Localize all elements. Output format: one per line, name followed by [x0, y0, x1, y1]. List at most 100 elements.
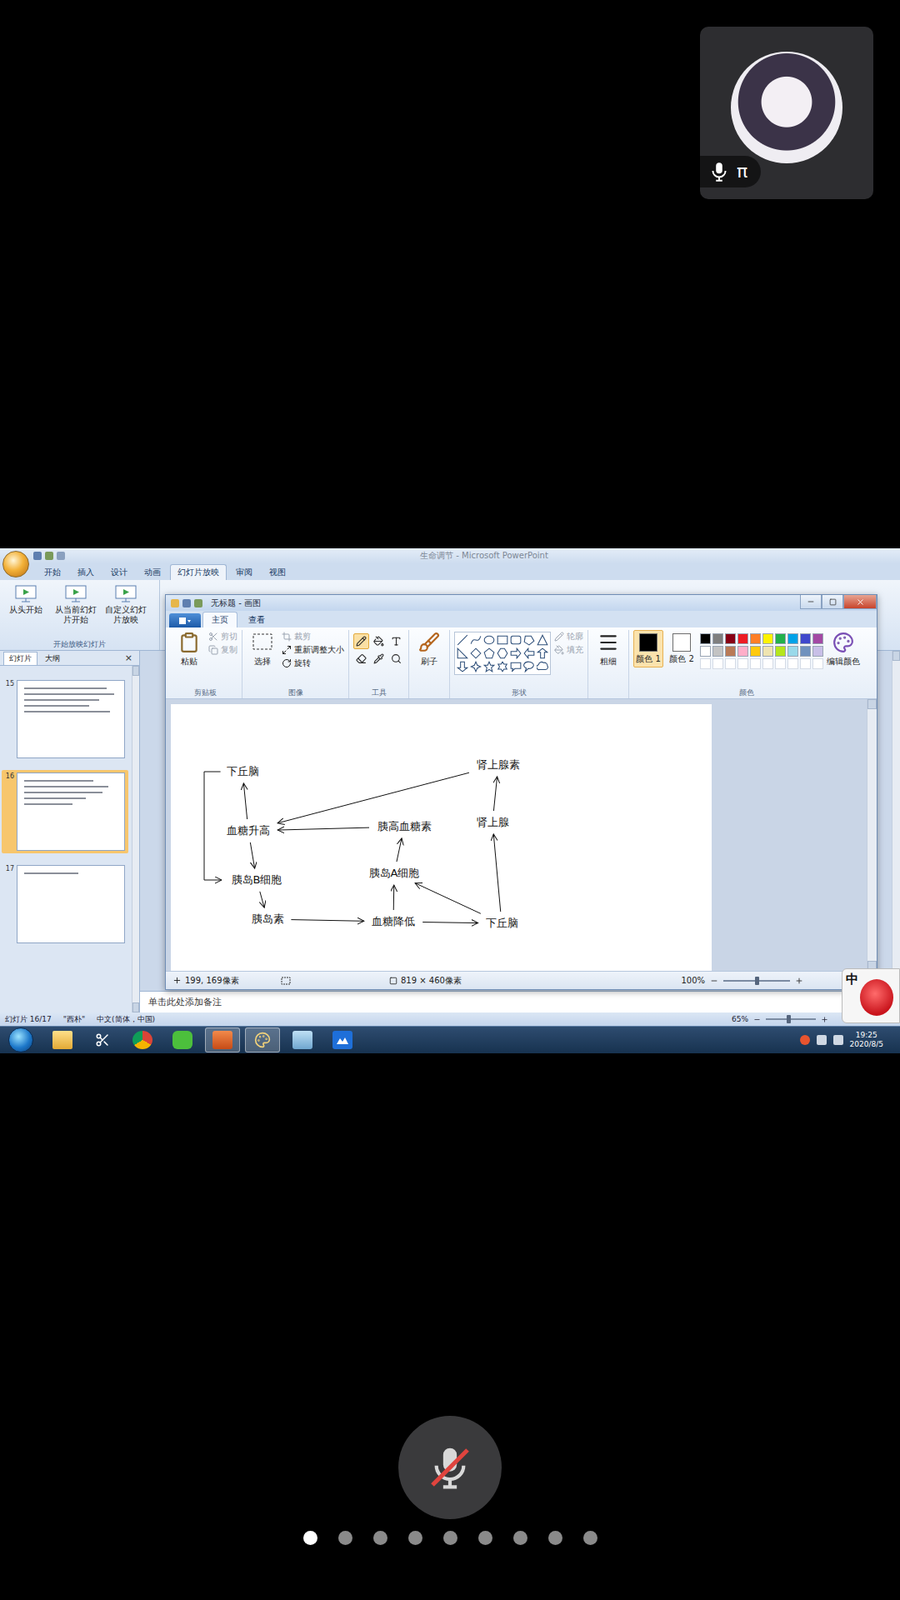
- custom-swatch[interactable]: [700, 658, 711, 670]
- ppt-tab[interactable]: 设计: [103, 564, 135, 580]
- size-button[interactable]: 粗细: [592, 630, 625, 668]
- shape-icon[interactable]: [470, 634, 482, 646]
- tool-button[interactable]: [353, 650, 370, 667]
- shape-icon[interactable]: [523, 647, 535, 660]
- start-button[interactable]: [8, 1027, 34, 1053]
- palette-swatch[interactable]: [725, 633, 736, 645]
- workspace-scrollbar[interactable]: [891, 650, 900, 991]
- scroll-up[interactable]: [132, 665, 140, 676]
- panel-tab[interactable]: 幻灯片: [3, 651, 38, 665]
- palette-swatch[interactable]: [775, 645, 786, 657]
- page-dot[interactable]: [303, 1530, 318, 1545]
- shape-icon[interactable]: [483, 660, 495, 673]
- palette-swatch[interactable]: [775, 633, 786, 645]
- taskbar-app[interactable]: [245, 1027, 280, 1053]
- taskbar-app[interactable]: [285, 1027, 320, 1053]
- slide-thumbnail[interactable]: [16, 772, 125, 851]
- drawing-canvas[interactable]: 下丘脑肾上腺素血糖升高胰高血糖素肾上腺胰岛B细胞胰岛A细胞胰岛素血糖降低下丘脑: [170, 704, 712, 971]
- slideshow-button[interactable]: 从头开始: [3, 583, 49, 639]
- shape-icon[interactable]: [496, 634, 509, 646]
- color-slot[interactable]: 颜色 1: [633, 630, 664, 668]
- save-icon[interactable]: [182, 599, 191, 608]
- paint-tab[interactable]: 查看: [239, 611, 275, 628]
- image-button[interactable]: 重新调整大小: [281, 645, 345, 655]
- paint-tab[interactable]: 主页: [202, 611, 238, 628]
- shape-icon[interactable]: [456, 634, 469, 646]
- image-button[interactable]: 裁剪: [281, 631, 345, 642]
- close-button[interactable]: [843, 595, 877, 610]
- shape-icon[interactable]: [456, 647, 469, 660]
- shape-option[interactable]: 轮廓: [554, 631, 584, 642]
- network-icon[interactable]: [816, 1035, 827, 1045]
- zoom-knob[interactable]: [786, 1015, 791, 1024]
- palette-swatch[interactable]: [700, 645, 711, 657]
- zoom-slider[interactable]: [723, 980, 790, 982]
- select-button[interactable]: 选择: [246, 630, 279, 668]
- custom-swatch[interactable]: [800, 658, 811, 670]
- office-button[interactable]: [2, 550, 30, 578]
- shape-icon[interactable]: [483, 647, 495, 660]
- custom-swatch[interactable]: [750, 658, 761, 670]
- page-dot[interactable]: [548, 1530, 563, 1545]
- color-slot[interactable]: 颜色 2: [666, 630, 697, 668]
- zoom-in-icon[interactable]: [820, 1015, 829, 1024]
- zoom-slider[interactable]: [765, 1018, 816, 1020]
- tool-button[interactable]: [370, 650, 387, 667]
- ppt-tab[interactable]: 审阅: [228, 564, 260, 580]
- palette-swatch[interactable]: [800, 645, 811, 657]
- palette-swatch[interactable]: [800, 633, 811, 645]
- palette-swatch[interactable]: [762, 633, 774, 645]
- taskbar-app[interactable]: [165, 1027, 200, 1053]
- zoom-value[interactable]: 65%: [731, 1015, 749, 1024]
- panel-scrollbar[interactable]: [131, 665, 140, 1013]
- ppt-tab[interactable]: 插入: [70, 564, 102, 580]
- volume-icon[interactable]: [833, 1035, 844, 1045]
- shape-icon[interactable]: [496, 660, 509, 673]
- page-dot[interactable]: [408, 1530, 423, 1545]
- shape-icon[interactable]: [523, 634, 535, 646]
- clock[interactable]: 19:252020/8/5: [850, 1030, 895, 1050]
- ppt-tab[interactable]: 开始: [36, 564, 69, 580]
- taskbar-app[interactable]: [45, 1027, 80, 1053]
- palette-swatch[interactable]: [762, 645, 774, 657]
- custom-swatch[interactable]: [775, 658, 786, 670]
- mute-button[interactable]: [398, 1415, 502, 1520]
- sogou-icon[interactable]: [800, 1035, 810, 1045]
- custom-swatch[interactable]: [787, 658, 799, 670]
- zoom-in-icon[interactable]: [795, 976, 804, 985]
- brushes-button[interactable]: 刷子: [413, 630, 445, 668]
- panel-tab[interactable]: 大纲: [39, 651, 66, 665]
- shape-icon[interactable]: [510, 634, 522, 646]
- page-dot[interactable]: [513, 1530, 528, 1545]
- clipboard-button[interactable]: 剪切: [208, 631, 238, 642]
- palette-swatch[interactable]: [812, 645, 824, 657]
- page-dot[interactable]: [478, 1530, 493, 1545]
- image-button[interactable]: 旋转: [281, 658, 345, 669]
- custom-swatch[interactable]: [725, 658, 736, 670]
- scroll-up[interactable]: [892, 650, 900, 661]
- scroll-up[interactable]: [867, 699, 877, 710]
- taskbar-app[interactable]: [325, 1027, 360, 1053]
- shape-icon[interactable]: [536, 660, 549, 673]
- shape-icon[interactable]: [523, 660, 535, 673]
- notes-field[interactable]: 单击此处添加备注: [140, 990, 900, 1013]
- taskbar-app[interactable]: [205, 1027, 240, 1053]
- shape-icon[interactable]: [510, 660, 522, 673]
- clipboard-button[interactable]: 复制: [208, 645, 238, 655]
- shape-icon[interactable]: [496, 647, 509, 660]
- panel-close-button[interactable]: ×: [125, 651, 133, 665]
- shape-option[interactable]: 填充: [554, 645, 584, 655]
- palette-swatch[interactable]: [712, 645, 724, 657]
- shape-icon[interactable]: [536, 647, 549, 660]
- slide-row[interactable]: 16: [1, 770, 129, 854]
- custom-swatch[interactable]: [762, 658, 774, 670]
- slide-thumbnail[interactable]: [16, 680, 125, 759]
- shape-icon[interactable]: [470, 660, 482, 673]
- shape-icon[interactable]: [470, 647, 482, 660]
- paint-menu-button[interactable]: [169, 613, 201, 628]
- custom-swatch[interactable]: [712, 658, 724, 670]
- zoom-knob[interactable]: [755, 976, 760, 985]
- taskbar-app[interactable]: [85, 1027, 120, 1053]
- minimize-button[interactable]: [800, 595, 822, 610]
- slide-thumbnail[interactable]: [16, 865, 125, 944]
